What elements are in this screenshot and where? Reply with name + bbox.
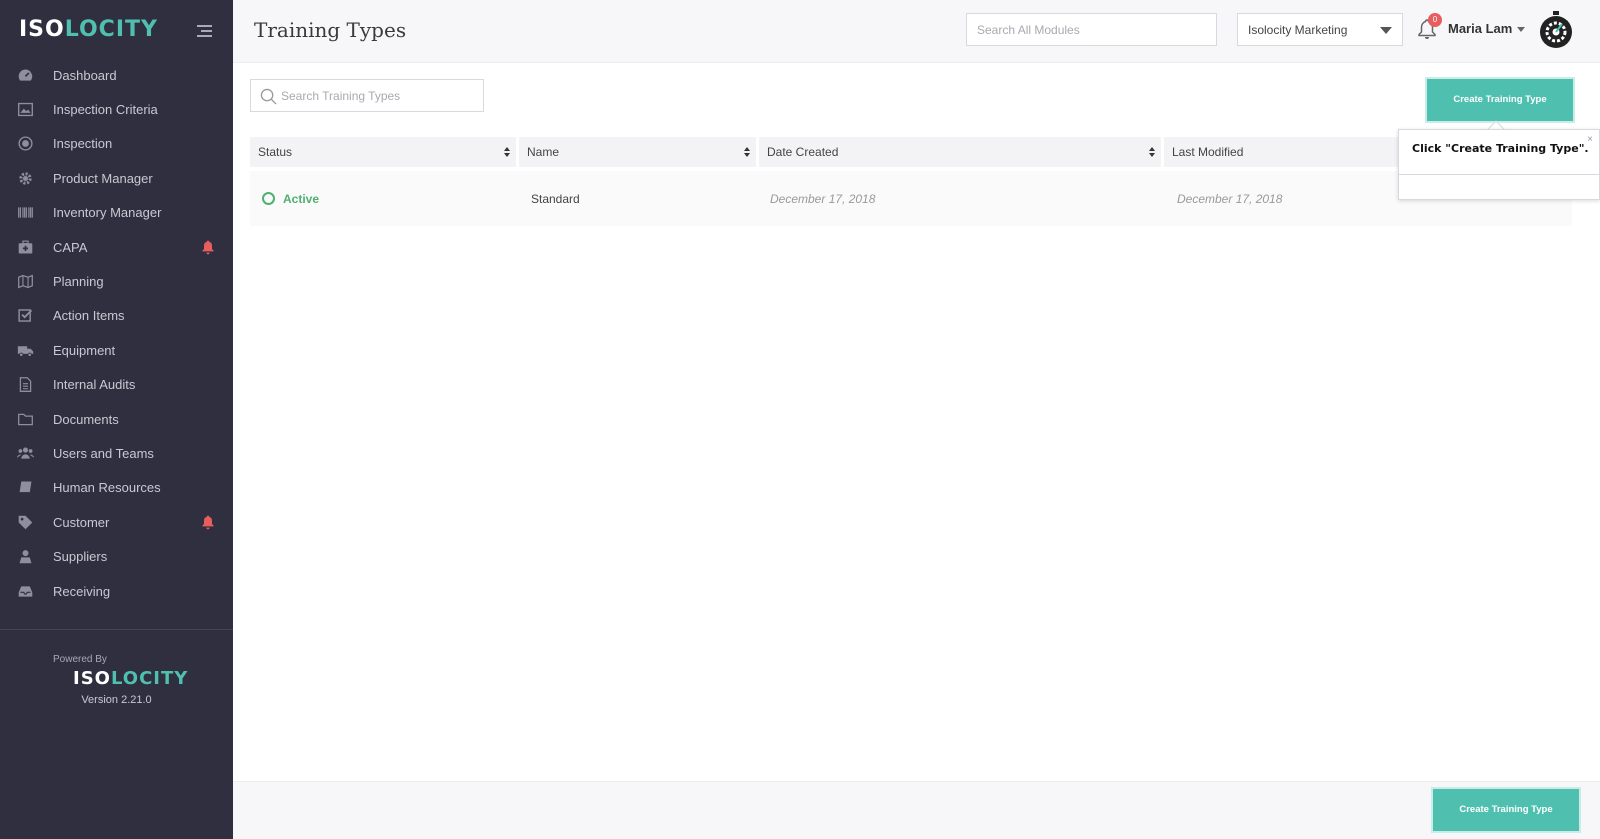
target-icon [16, 135, 34, 153]
sort-icon [504, 147, 510, 157]
name-cell[interactable]: Standard [531, 171, 580, 226]
tag-icon [16, 513, 34, 531]
sidebar-item-equipment[interactable]: Equipment [0, 333, 233, 367]
table-search [250, 79, 484, 112]
training-types-search-input[interactable] [281, 80, 481, 111]
document-icon [16, 376, 34, 394]
column-header-label: Last Modified [1172, 145, 1244, 159]
sidebar-divider [0, 629, 233, 630]
user-menu-caret-icon[interactable] [1517, 27, 1525, 32]
stopwatch-avatar-icon[interactable] [1536, 10, 1576, 50]
powered-by-label: Powered By [53, 654, 107, 665]
sidebar-item-label: Internal Audits [53, 377, 136, 393]
sidebar-item-label: Inventory Manager [53, 205, 162, 221]
sidebar-item-users-and-teams[interactable]: Users and Teams [0, 436, 233, 470]
medkit-icon [16, 238, 34, 256]
sidebar-item-label: Documents [53, 411, 119, 427]
sidebar-item-inspection-criteria[interactable]: Inspection Criteria [0, 92, 233, 126]
logo-locity-text: LOCITY [110, 668, 189, 689]
sidebar-item-label: Human Resources [53, 480, 161, 496]
inbox-icon [16, 582, 34, 600]
sidebar-item-label: Customer [53, 514, 110, 530]
column-header-date-created[interactable]: Date Created [759, 137, 1161, 167]
gear-icon [16, 169, 34, 187]
guide-tooltip: × Click "Create Training Type". [1398, 129, 1600, 200]
notification-count-badge: 0 [1428, 13, 1442, 27]
sidebar-item-dashboard[interactable]: Dashboard [0, 58, 233, 92]
status-cell: Active [283, 191, 320, 206]
sidebar-item-product-manager[interactable]: Product Manager [0, 161, 233, 195]
sidebar-item-planning[interactable]: Planning [0, 264, 233, 298]
sidebar-item-label: Users and Teams [53, 445, 154, 461]
map-icon [16, 273, 34, 291]
sidebar-item-label: Planning [53, 274, 104, 290]
sidebar-nav: Dashboard Inspection Criteria Inspection… [0, 58, 233, 608]
sidebar-item-documents[interactable]: Documents [0, 402, 233, 436]
sidebar-item-inventory-manager[interactable]: Inventory Manager [0, 196, 233, 230]
sidebar-item-action-items[interactable]: Action Items [0, 299, 233, 333]
version-label: Version 2.21.0 [81, 694, 152, 706]
chart-image-icon [16, 101, 34, 119]
create-training-type-footer-button[interactable]: Create Training Type [1433, 789, 1579, 831]
sidebar-item-label: Product Manager [53, 170, 153, 186]
column-header-label: Date Created [767, 145, 839, 159]
chevron-down-icon [1380, 27, 1392, 34]
user-name[interactable]: Maria Lam [1448, 21, 1512, 36]
folder-icon [16, 410, 34, 428]
sidebar: ISOLOCITY Dashboard Inspection Criteria … [0, 0, 233, 839]
sidebar-item-label: Inspection [53, 136, 113, 152]
tooltip-text: Click "Create Training Type". [1412, 142, 1589, 155]
checkbox-icon [16, 307, 34, 325]
truck-icon [16, 341, 34, 359]
create-training-type-button[interactable]: Create Training Type [1427, 79, 1573, 121]
status-active-icon [262, 192, 275, 205]
sidebar-item-human-resources[interactable]: Human Resources [0, 471, 233, 505]
date-created-cell: December 17, 2018 [770, 191, 876, 206]
sidebar-item-label: Equipment [53, 342, 116, 358]
global-search-input[interactable] [966, 13, 1217, 46]
logo-locity-text: LOCITY [64, 17, 158, 42]
dashboard-icon [16, 66, 34, 84]
sidebar-item-label: Action Items [53, 308, 125, 324]
sidebar-item-receiving[interactable]: Receiving [0, 574, 233, 608]
sidebar-item-label: CAPA [53, 239, 88, 255]
table-row[interactable]: Active Standard December 17, 2018 Decemb… [250, 171, 1572, 226]
logo-iso-text: ISO [73, 668, 111, 689]
column-header-status[interactable]: Status [250, 137, 516, 167]
sort-icon [744, 147, 750, 157]
users-icon [16, 444, 34, 462]
sidebar-item-label: Receiving [53, 583, 111, 599]
isolocity-footer-logo: ISOLOCITY [73, 668, 188, 689]
sidebar-item-label: Inspection Criteria [53, 102, 158, 118]
company-select-value: Isolocity Marketing [1248, 22, 1348, 37]
sidebar-item-suppliers[interactable]: Suppliers [0, 539, 233, 573]
barcode-icon [16, 204, 34, 222]
footer-bar [233, 781, 1600, 839]
sort-icon [1149, 147, 1155, 157]
book-icon [16, 479, 34, 497]
supplier-icon [16, 548, 34, 566]
column-header-label: Name [527, 145, 560, 159]
company-select[interactable]: Isolocity Marketing [1237, 13, 1403, 46]
search-icon [260, 88, 277, 105]
sidebar-item-internal-audits[interactable]: Internal Audits [0, 368, 233, 402]
sidebar-item-label: Suppliers [53, 549, 108, 565]
sidebar-item-inspection[interactable]: Inspection [0, 127, 233, 161]
sidebar-item-capa[interactable]: CAPA [0, 230, 233, 264]
top-bar: Training Types Isolocity Marketing 0 Mar… [233, 0, 1600, 63]
last-modified-cell: December 17, 2018 [1177, 191, 1283, 206]
tooltip-divider [1399, 174, 1599, 175]
menu-toggle-icon[interactable] [197, 25, 212, 40]
sidebar-item-label: Dashboard [53, 67, 117, 83]
column-header-label: Status [258, 145, 293, 159]
sidebar-item-customer[interactable]: Customer [0, 505, 233, 539]
isolocity-logo[interactable]: ISOLOCITY [19, 17, 158, 42]
page-title: Training Types [254, 18, 407, 42]
alert-bell-icon [200, 239, 216, 255]
column-header-name[interactable]: Name [519, 137, 756, 167]
logo-iso-text: ISO [19, 17, 65, 42]
alert-bell-icon [200, 514, 216, 530]
